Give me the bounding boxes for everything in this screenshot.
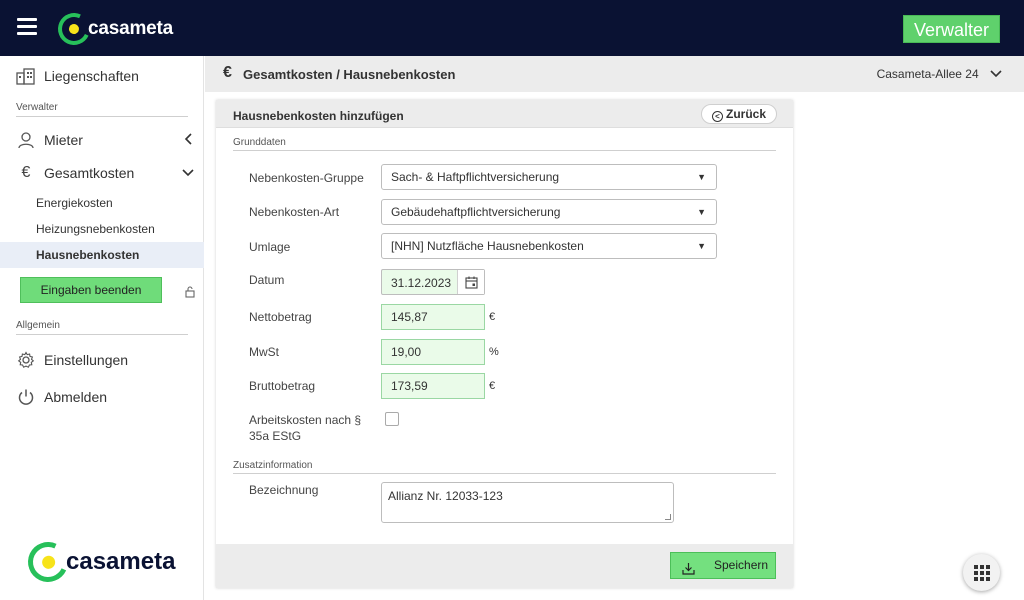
power-icon: [16, 387, 36, 407]
sidebar-subitem-heizungsnebenkosten[interactable]: Heizungsnebenkosten: [0, 216, 204, 242]
group-label-zusatzinformation: Zusatzinformation: [233, 460, 776, 474]
unit-mwst: %: [489, 346, 499, 358]
logo[interactable]: casameta: [53, 8, 174, 50]
logo-mark: [53, 8, 95, 50]
label-datum: Datum: [249, 273, 285, 287]
save-button[interactable]: Speichern: [670, 552, 776, 579]
download-icon: [682, 559, 695, 584]
form-card: Hausnebenkosten hinzufügen < Zurück Grund…: [216, 100, 793, 588]
label-netto: Nettobetrag: [249, 310, 312, 324]
label-umlage: Umlage: [249, 240, 291, 254]
unit-netto: €: [489, 311, 496, 323]
logo-text: casameta: [66, 548, 176, 575]
role-badge[interactable]: Verwalter: [902, 15, 1000, 43]
label-gruppe: Nebenkosten-Gruppe: [249, 171, 364, 185]
form-title: Hausnebenkosten hinzufügen: [233, 109, 404, 123]
sidebar-item-label: Gesamtkosten: [44, 165, 135, 181]
sidebar-item-mieter[interactable]: Mieter: [0, 128, 204, 152]
buildings-icon: [16, 66, 36, 86]
chevron-down-icon: [990, 67, 1002, 81]
euro-icon: €: [223, 64, 232, 81]
brutto-input[interactable]: 173,59: [381, 373, 485, 399]
resize-handle[interactable]: [665, 514, 671, 520]
mwst-input[interactable]: 19,00: [381, 339, 485, 365]
sidebar-item-label: Einstellungen: [44, 352, 129, 368]
umlage-value: [NHN] Nutzfläche Hausnebenkosten: [391, 239, 584, 253]
caret-down-icon: ▼: [697, 172, 706, 182]
sidebar-item-label: Abmelden: [44, 389, 108, 405]
form-footer: Speichern: [216, 544, 793, 588]
sidebar-item-label: Liegenschaften: [44, 68, 139, 84]
logo-mark: [22, 536, 74, 588]
netto-input[interactable]: 145,87: [381, 304, 485, 330]
label-mwst: MwSt: [249, 345, 279, 359]
art-value: Gebäudehaftpflichtversicherung: [391, 205, 561, 219]
page-title: Gesamtkosten / Hausnebenkosten: [243, 67, 456, 82]
menu-icon[interactable]: [17, 18, 37, 36]
gruppe-select[interactable]: Sach- & Haftpflichtversicherung ▼: [381, 164, 717, 190]
lock-icon[interactable]: [184, 286, 196, 298]
calendar-icon[interactable]: [457, 270, 484, 294]
label-arbeitskosten-line2: 35a EStG: [249, 429, 302, 443]
property-selector[interactable]: Casameta-Allee 24: [877, 67, 1002, 81]
back-button-label: Zurück: [725, 107, 766, 121]
chevron-left-icon: [184, 132, 194, 148]
datum-value: 31.12.2023: [391, 276, 452, 290]
label-brutto: Bruttobetrag: [249, 379, 316, 393]
chevron-down-icon: [182, 165, 194, 181]
sidebar-item-gesamtkosten[interactable]: € Gesamtkosten: [0, 161, 204, 185]
sidebar-item-label: Mieter: [44, 132, 83, 148]
section-header-verwalter: Verwalter: [16, 102, 188, 117]
group-label-grunddaten: Grunddaten: [233, 137, 776, 151]
gear-icon: [16, 350, 36, 370]
label-bezeichnung: Bezeichnung: [249, 483, 319, 497]
back-icon: <: [711, 111, 723, 122]
umlage-select[interactable]: [NHN] Nutzfläche Hausnebenkosten ▼: [381, 233, 717, 259]
sidebar-subitem-hausnebenkosten[interactable]: Hausnebenkosten: [0, 242, 204, 268]
datum-input[interactable]: 31.12.2023: [381, 269, 485, 295]
logo-bottom: casameta: [22, 536, 176, 588]
gruppe-value: Sach- & Haftpflichtversicherung: [391, 170, 560, 184]
main-content: € Gesamtkosten / Hausnebenkosten Casamet…: [205, 56, 1024, 600]
art-select[interactable]: Gebäudehaftpflichtversicherung ▼: [381, 199, 717, 225]
save-button-label: Speichern: [714, 558, 769, 572]
top-bar: casameta Verwalter: [0, 0, 1024, 56]
sidebar-item-liegenschaften[interactable]: Liegenschaften: [0, 64, 204, 88]
label-arbeitskosten-line1: Arbeitskosten nach §: [249, 413, 362, 427]
bezeichnung-value: Allianz Nr. 12033-123: [388, 489, 503, 503]
caret-down-icon: ▼: [697, 241, 706, 251]
back-button[interactable]: < Zurück: [700, 104, 777, 124]
apps-grid-button[interactable]: [963, 554, 1000, 591]
person-icon: [16, 130, 36, 150]
sidebar-item-einstellungen[interactable]: Einstellungen: [0, 348, 204, 372]
label-art: Nebenkosten-Art: [249, 205, 340, 219]
grid-icon: [973, 564, 990, 581]
finish-input-button[interactable]: Eingaben beenden: [20, 277, 162, 303]
sidebar-item-abmelden[interactable]: Abmelden: [0, 385, 204, 409]
logo-text: casameta: [88, 18, 174, 39]
unit-brutto: €: [489, 380, 496, 392]
form-header: Hausnebenkosten hinzufügen < Zurück: [216, 100, 793, 128]
sidebar-subitem-energiekosten[interactable]: Energiekosten: [0, 190, 204, 216]
euro-icon: €: [21, 164, 31, 181]
arbeitskosten-checkbox[interactable]: [385, 412, 399, 426]
property-selector-label: Casameta-Allee 24: [876, 67, 979, 81]
section-header-allgemein: Allgemein: [16, 320, 188, 335]
sidebar: Liegenschaften Verwalter Mieter € Gesamt…: [0, 56, 204, 600]
bezeichnung-textarea[interactable]: Allianz Nr. 12033-123: [381, 482, 674, 523]
label-arbeitskosten: Arbeitskosten nach § 35a EStG: [249, 412, 361, 444]
caret-down-icon: ▼: [697, 207, 706, 217]
page-header: € Gesamtkosten / Hausnebenkosten Casamet…: [205, 56, 1024, 92]
